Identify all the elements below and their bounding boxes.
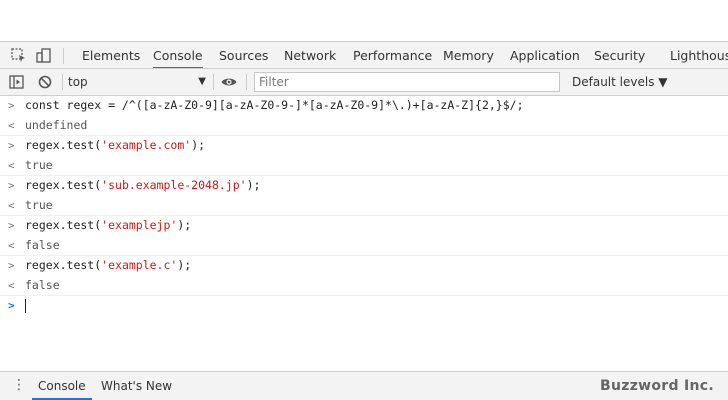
tab-application[interactable]: Application: [510, 42, 580, 68]
show-sidebar-icon[interactable]: [8, 73, 26, 91]
input-chevron-icon: >: [8, 259, 15, 272]
tab-network[interactable]: Network: [284, 42, 336, 68]
filter-input[interactable]: [254, 72, 560, 92]
code-text: );: [191, 138, 206, 152]
input-chevron-icon: >: [8, 139, 15, 152]
string-literal: 'example.c': [101, 258, 178, 272]
result-arrow-icon: <: [8, 238, 15, 252]
console-output-line: < undefined: [0, 116, 728, 136]
tab-lighthouse[interactable]: Lighthouse: [670, 42, 728, 68]
tab-memory[interactable]: Memory: [443, 42, 494, 68]
input-chevron-icon: >: [8, 179, 15, 192]
log-levels-dropdown[interactable]: Default levels ▼: [572, 69, 668, 95]
drawer-tab-whats-new[interactable]: What's New: [101, 372, 172, 400]
tab-security[interactable]: Security: [594, 42, 645, 68]
more-tools-menu-icon[interactable]: ⋮: [12, 378, 26, 392]
console-result-text: undefined: [25, 117, 88, 132]
console-output[interactable]: > const regex = /^([a-zA-Z0-9][a-zA-Z0-9-…: [0, 96, 728, 370]
tab-console[interactable]: Console: [153, 42, 203, 68]
tab-elements[interactable]: Elements: [82, 42, 140, 68]
brand-watermark: Buzzword Inc.: [600, 378, 714, 394]
tab-sources[interactable]: Sources: [219, 42, 268, 68]
result-arrow-icon: <: [8, 278, 15, 292]
input-chevron-icon: >: [8, 219, 15, 232]
devtools-tabbar: Elements Console Sources Network Perform…: [0, 41, 728, 69]
code-text: );: [246, 178, 261, 192]
code-text: );: [177, 218, 192, 232]
code-text: const regex = /^([a-zA-Z0-9][a-zA-Z0-9-]…: [25, 98, 524, 112]
device-toolbar-icon[interactable]: [35, 47, 53, 65]
console-result-text: false: [25, 277, 60, 292]
toolbar-divider: [62, 74, 63, 90]
text-cursor: [25, 298, 26, 313]
console-result-text: true: [25, 197, 53, 212]
console-input-line: > regex.test('example.com');: [0, 136, 728, 156]
code-text: regex.test(: [25, 218, 102, 232]
input-chevron-icon: >: [8, 99, 15, 112]
console-input-line: > regex.test('examplejp');: [0, 216, 728, 236]
console-output-line: < false: [0, 276, 728, 296]
console-output-line: < true: [0, 196, 728, 216]
console-input-line: > regex.test('sub.example-2048.jp');: [0, 176, 728, 196]
console-toolbar: top ▼ Default levels ▼: [0, 69, 728, 96]
drawer-tab-console[interactable]: Console: [32, 372, 92, 400]
context-value: top: [68, 75, 88, 89]
chevron-down-icon: ▼: [198, 76, 206, 87]
prompt-chevron-icon: >: [8, 299, 15, 312]
live-expression-eye-icon[interactable]: [220, 73, 238, 91]
inspect-element-icon[interactable]: [10, 47, 28, 65]
console-result-text: false: [25, 237, 60, 252]
string-literal: 'examplejp': [101, 218, 178, 232]
code-text: regex.test(: [25, 178, 102, 192]
code-text: regex.test(: [25, 258, 102, 272]
drawer-bar: ⋮ Console What's New Buzzword Inc.: [0, 371, 728, 400]
toolbar-divider: [246, 74, 247, 90]
console-output-line: < false: [0, 236, 728, 256]
console-output-line: < true: [0, 156, 728, 176]
code-text: regex.test(: [25, 138, 102, 152]
toolbar-divider: [213, 74, 214, 90]
result-arrow-icon: <: [8, 198, 15, 212]
console-prompt[interactable]: >: [0, 296, 728, 316]
console-result-text: true: [25, 157, 53, 172]
console-input-line: > const regex = /^([a-zA-Z0-9][a-zA-Z0-9-…: [0, 96, 728, 116]
tab-performance[interactable]: Performance: [353, 42, 432, 68]
string-literal: 'example.com': [101, 138, 192, 152]
toolbar-divider: [63, 48, 64, 64]
result-arrow-icon: <: [8, 158, 15, 172]
result-arrow-icon: <: [8, 118, 15, 132]
code-text: );: [177, 258, 192, 272]
console-input-line: > regex.test('example.c');: [0, 256, 728, 276]
window-top-area: [0, 0, 728, 41]
clear-console-icon[interactable]: [36, 73, 54, 91]
context-selector[interactable]: top ▼: [68, 72, 210, 92]
string-literal: 'sub.example-2048.jp': [101, 178, 247, 192]
